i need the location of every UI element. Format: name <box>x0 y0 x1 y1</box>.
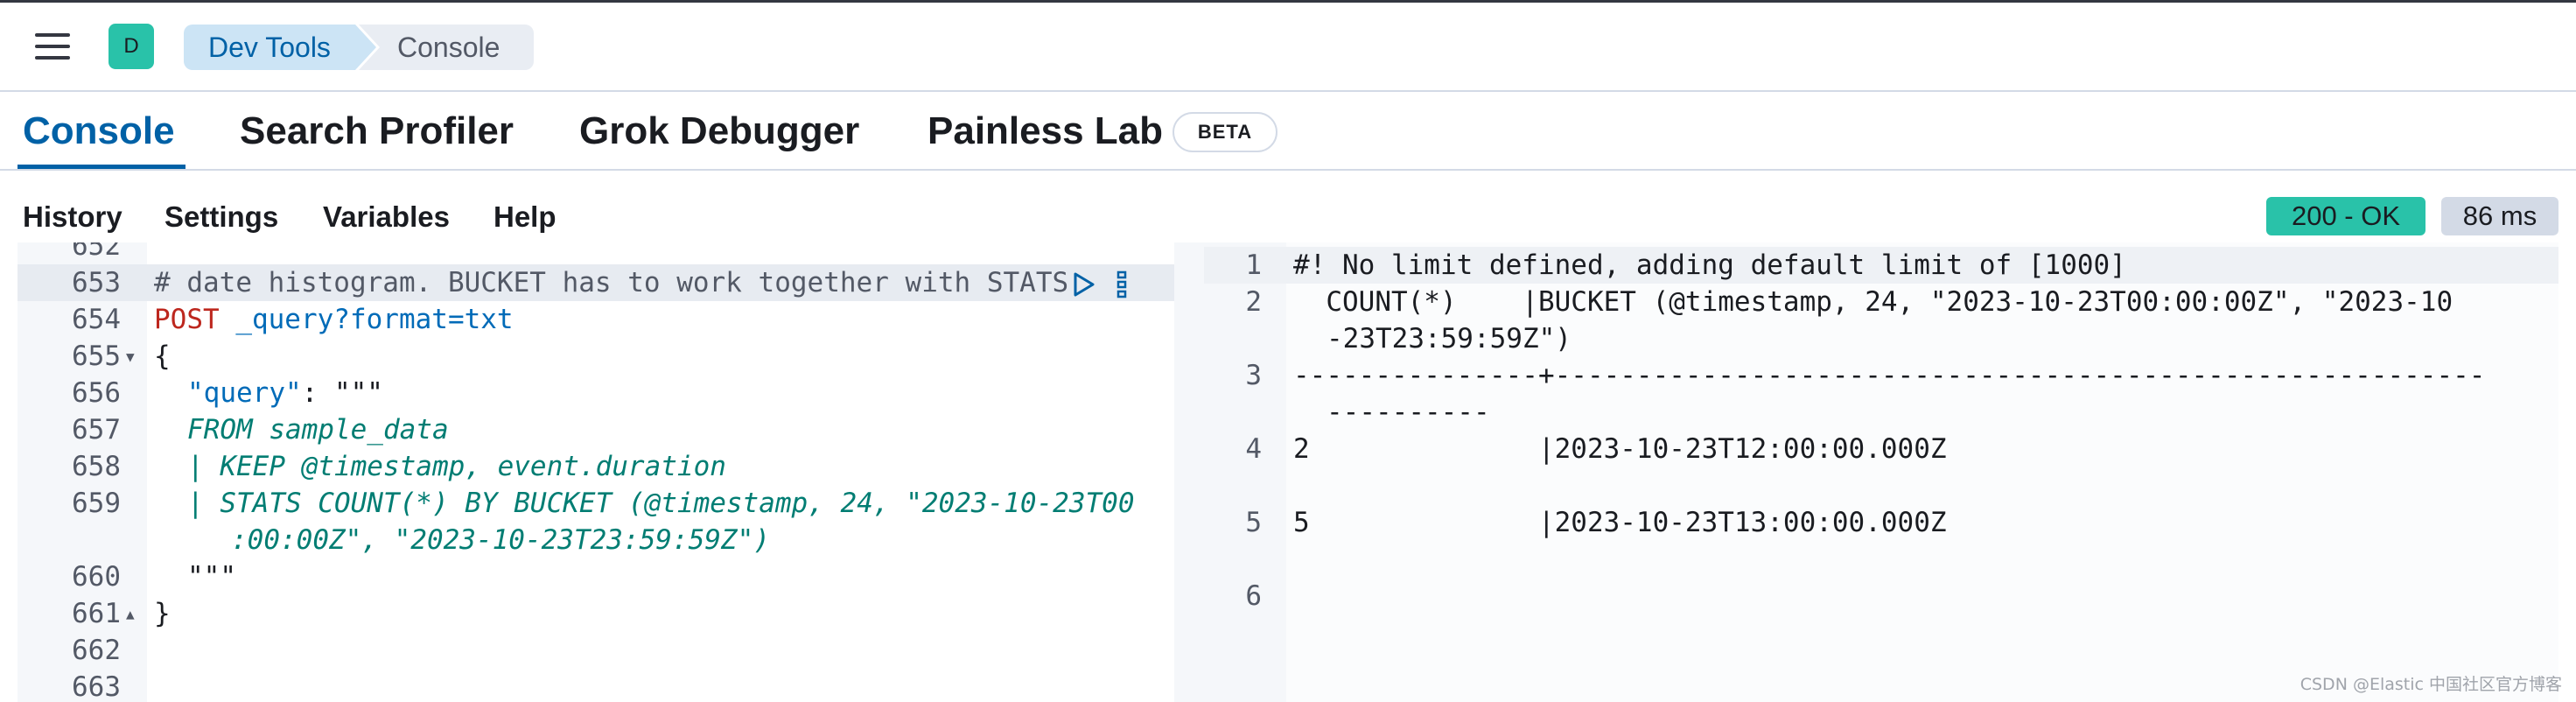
response-row: 2 |2023-10-23T12:00:00.000Z <box>1293 433 1947 465</box>
tab-painless-lab[interactable]: Painless Lab <box>928 109 1163 153</box>
line-number: 658 <box>72 451 121 482</box>
line-number: 662 <box>72 635 121 666</box>
response-header: COUNT(*) |BUCKET (@timestamp, 24, "2023-… <box>1293 286 2454 318</box>
line-number: 663 <box>72 671 121 702</box>
breadcrumb-console: Console <box>359 25 534 70</box>
help-link[interactable]: Help <box>494 200 556 234</box>
line-number: 652 <box>72 242 121 262</box>
http-method: POST <box>154 304 220 335</box>
response-separator: ---------------+------------------------… <box>1293 360 2486 391</box>
line-number: 6 <box>1245 580 1262 612</box>
fold-up-icon[interactable]: ▲ <box>126 606 135 622</box>
tab-console[interactable]: Console <box>23 109 175 153</box>
history-link[interactable]: History <box>23 200 122 234</box>
active-tab-indicator <box>18 165 186 169</box>
response-editor: 1 2 3 4 5 6 #! No limit defined, adding … <box>1204 242 2558 702</box>
response-header-wrap: -23T23:59:59Z") <box>1326 323 1572 355</box>
line-number: 1 <box>1245 249 1262 281</box>
code-query-key: "query": """ <box>154 375 383 411</box>
json-value-open: : """ <box>301 377 383 409</box>
response-row: 5 |2023-10-23T13:00:00.000Z <box>1293 507 1947 538</box>
json-key: "query" <box>187 377 302 409</box>
line-number: 2 <box>1245 286 1262 318</box>
code-esql-stats: | STATS COUNT(*) BY BUCKET (@timestamp, … <box>187 488 1135 519</box>
code-esql-stats-wrap: :00:00Z", "2023-10-23T23:59:59Z") <box>231 524 770 556</box>
space-avatar[interactable]: D <box>108 24 154 69</box>
fold-down-icon[interactable]: ▼ <box>126 348 135 365</box>
duration-badge: 86 ms <box>2441 197 2558 235</box>
line-number: 657 <box>72 414 121 446</box>
tab-search-profiler[interactable]: Search Profiler <box>240 109 514 153</box>
code-triple-quote: """ <box>187 561 236 593</box>
code-esql-from: FROM sample_data <box>187 414 449 446</box>
code-brace-open: { <box>154 340 171 372</box>
menu-icon[interactable] <box>35 32 70 61</box>
response-warning: #! No limit defined, adding default limi… <box>1293 249 2126 281</box>
line-number: 659 <box>72 488 121 519</box>
response-separator-wrap: ---------- <box>1326 397 1490 428</box>
play-icon[interactable] <box>1073 272 1096 297</box>
status-badge: 200 - OK <box>2266 197 2426 235</box>
tab-grok-debugger[interactable]: Grok Debugger <box>579 109 859 153</box>
line-number: 4 <box>1245 433 1262 465</box>
code-comment: # date histogram. BUCKET has to work tog… <box>154 267 1069 298</box>
request-path: _query?format=txt <box>219 304 514 335</box>
console-toolbar: History Settings Variables Help 200 - OK… <box>0 172 2576 242</box>
top-header: D Dev Tools Console <box>0 0 2576 92</box>
line-number: 660 <box>72 561 121 593</box>
settings-link[interactable]: Settings <box>164 200 278 234</box>
code-brace-close: } <box>154 598 171 629</box>
line-number: 656 <box>72 377 121 409</box>
code-request-line: POST _query?format=txt <box>154 301 514 338</box>
line-number: 5 <box>1245 507 1262 538</box>
more-vertical-icon[interactable] <box>1116 270 1127 298</box>
line-number: 661 <box>72 598 121 629</box>
editor-resize-divider[interactable] <box>1174 242 1204 702</box>
code-esql-keep: | KEEP @timestamp, event.duration <box>187 451 726 482</box>
request-editor[interactable]: 652 653 654 655 656 657 658 659 660 661 … <box>18 242 1174 702</box>
line-number: 654 <box>72 304 121 335</box>
line-number: 3 <box>1245 360 1262 391</box>
watermark: CSDN @Elastic 中国社区官方博客 <box>2300 675 2562 694</box>
beta-badge: BETA <box>1172 112 1278 152</box>
variables-link[interactable]: Variables <box>323 200 450 234</box>
line-number: 655 <box>72 340 121 372</box>
line-number: 653 <box>72 267 121 298</box>
breadcrumb-dev-tools[interactable]: Dev Tools <box>184 25 376 70</box>
dev-tools-tabs: Console Search Profiler Grok Debugger Pa… <box>0 92 2576 171</box>
